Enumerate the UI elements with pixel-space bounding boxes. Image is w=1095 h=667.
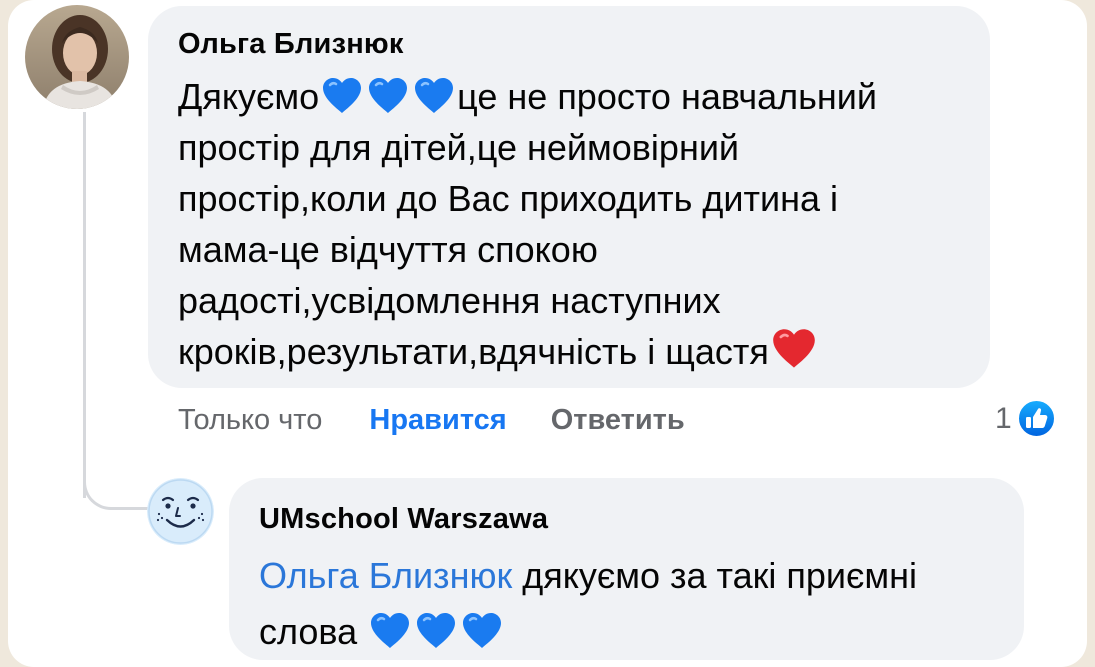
comment-text: Дякуємо це не просто навчальний простір д… (178, 71, 978, 377)
comment-timestamp[interactable]: Только что (178, 404, 322, 437)
smiling-face-logo[interactable] (147, 478, 214, 545)
reply-author-name[interactable]: UMschool Warszawa (259, 503, 548, 536)
blue-heart-icon (321, 77, 363, 115)
reaction-count: 1 (995, 401, 1012, 435)
reaction-summary[interactable]: 1 (995, 398, 1057, 439)
blue-heart-icon (415, 612, 457, 650)
comment-text-part: Дякуємо (178, 76, 320, 117)
comment-author-name[interactable]: Ольга Близнюк (178, 28, 404, 61)
mention-link[interactable]: Ольга Близнюк (259, 555, 512, 596)
blue-heart-icon (369, 612, 411, 650)
thread-connector-curve (83, 458, 148, 510)
like-reaction-icon (1015, 398, 1057, 439)
user-avatar-photo[interactable] (25, 5, 129, 109)
reply-text: Ольга Близнюк дякуємо за такі приємні сл… (259, 548, 999, 660)
like-button[interactable]: Нравится (369, 404, 506, 437)
reply-button[interactable]: Ответить (551, 404, 685, 437)
red-heart-icon (771, 328, 817, 370)
blue-heart-icon (413, 77, 455, 115)
comment-actions: Только что Нравится Ответить (178, 404, 685, 437)
thread-connector-line (83, 112, 86, 498)
blue-heart-icon (367, 77, 409, 115)
blue-heart-icon (461, 612, 503, 650)
